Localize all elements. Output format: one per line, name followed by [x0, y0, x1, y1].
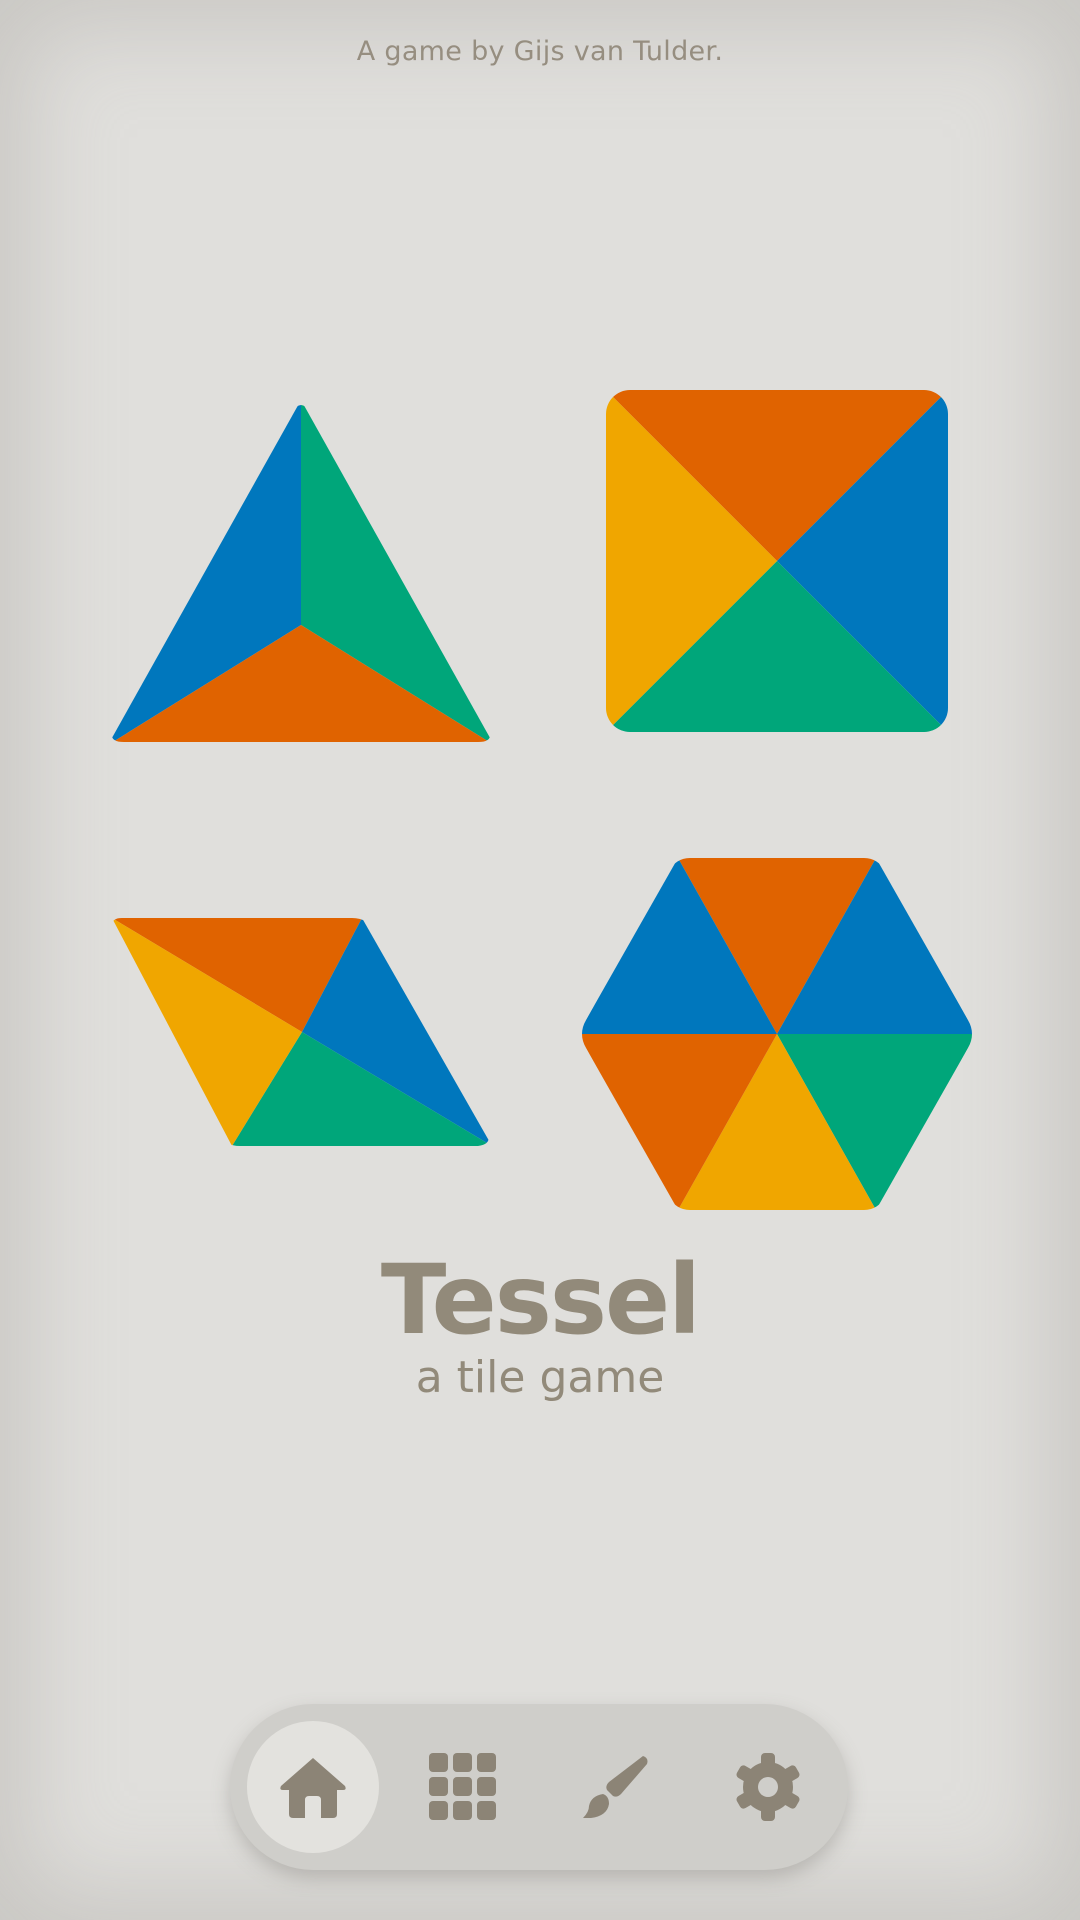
hexagon-tile: [578, 858, 976, 1210]
home-icon: [280, 1758, 346, 1818]
grid-icon: [429, 1753, 496, 1820]
settings-button[interactable]: [702, 1721, 834, 1853]
game-subtitle: a tile game: [415, 1352, 665, 1403]
square-tile: [606, 390, 948, 732]
rhombus-tile: [112, 918, 492, 1150]
gear-icon: [736, 1753, 800, 1821]
paint-button[interactable]: [550, 1721, 682, 1853]
paintbrush-icon: [583, 1756, 648, 1818]
bottom-nav-bar: [230, 1704, 848, 1870]
triangle-tile: [108, 400, 494, 745]
levels-button[interactable]: [397, 1721, 529, 1853]
credit-text: A game by Gijs van Tulder.: [356, 36, 724, 67]
game-title: Tessel: [380, 1244, 701, 1356]
home-button[interactable]: [247, 1721, 379, 1853]
